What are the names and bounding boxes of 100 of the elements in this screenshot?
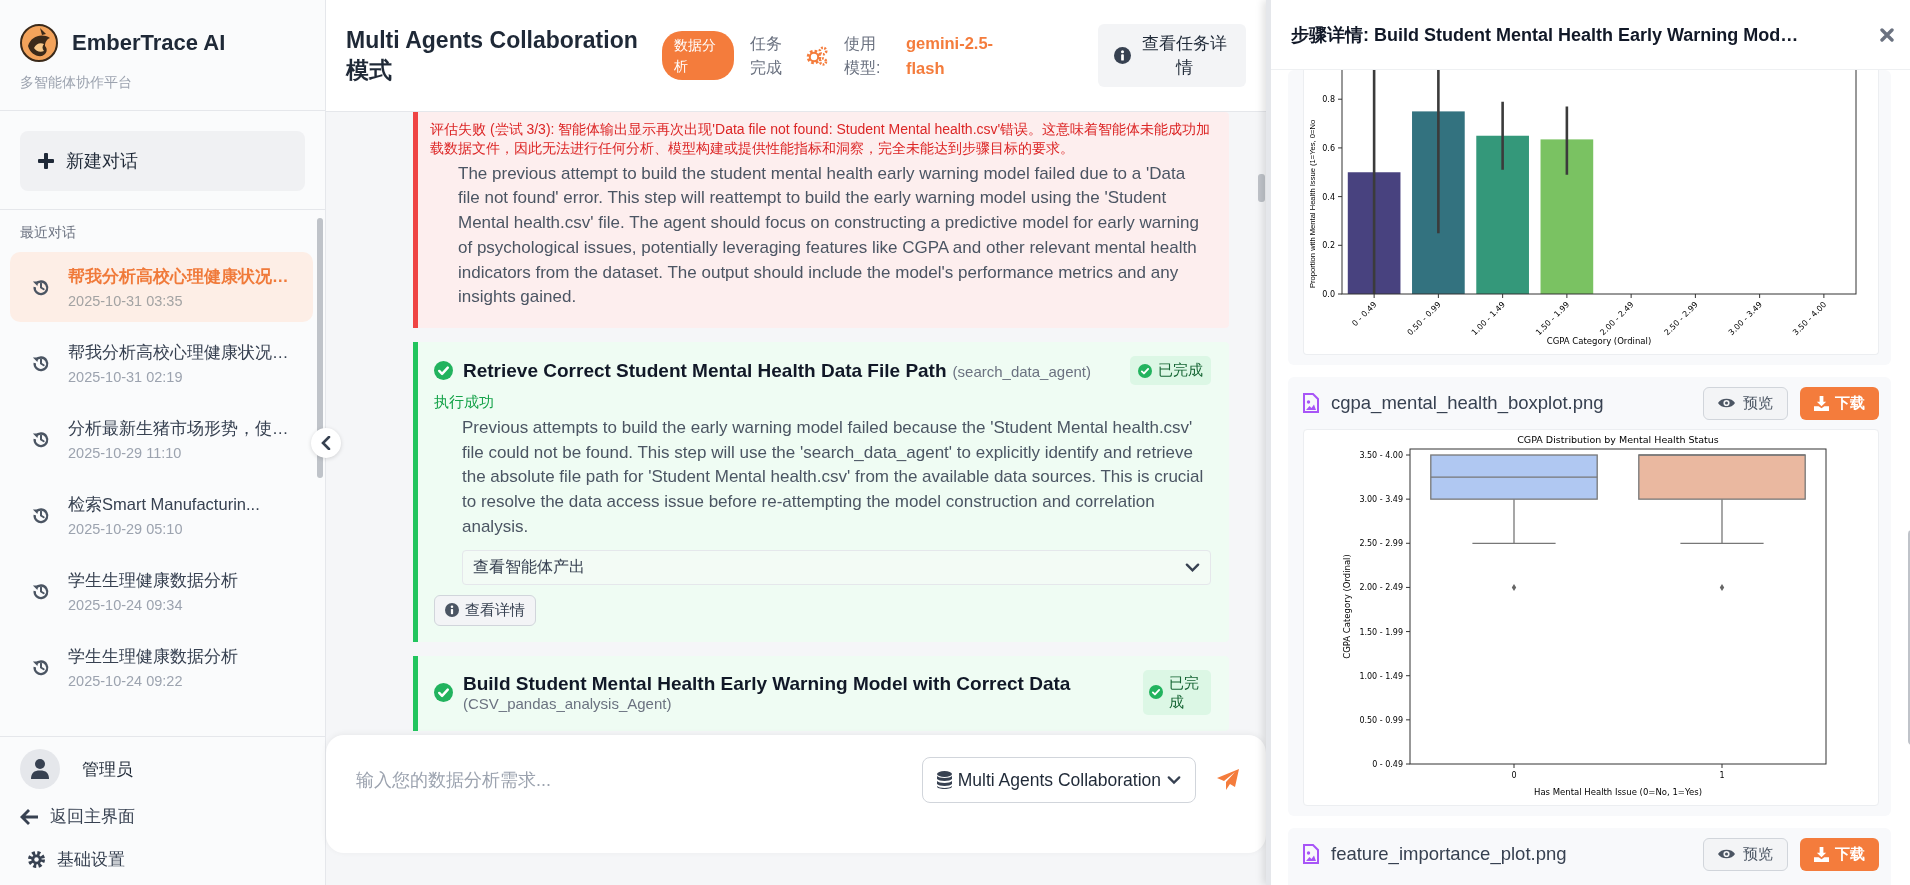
history-icon [32, 430, 50, 448]
download-icon [1814, 395, 1829, 411]
new-chat-button[interactable]: 新建对话 [20, 131, 305, 191]
conversation-item[interactable]: 帮我分析高校心理健康状况… 2025-10-31 02:19 [10, 328, 313, 398]
conversation-title: 帮我分析高校心理健康状况… [68, 265, 289, 287]
conversation-time: 2025-10-24 09:22 [68, 672, 184, 689]
logo-icon [20, 24, 58, 62]
conversation-item[interactable]: 学生生理健康数据分析 2025-10-24 09:22 [10, 632, 313, 702]
axis-tick-label: 0.2 [1322, 241, 1335, 251]
close-button[interactable] [1880, 27, 1894, 42]
conversation-time: 2025-10-31 03:35 [68, 292, 184, 309]
history-icon [32, 506, 50, 524]
view-details-button[interactable]: 查看详情 [434, 594, 536, 626]
database-icon [936, 771, 952, 789]
preview-button[interactable]: 预览 [1703, 386, 1788, 420]
agent-name: (search_data_agent) [952, 362, 1091, 380]
close-icon [1880, 27, 1894, 42]
error-bar [1565, 106, 1569, 175]
axis-tick-label: 1.50 - 1.99 [1359, 627, 1403, 637]
step-description: The previous attempt to build the student mental health early warning model failed due to a 'Data file not found' error. This step will reattempt to build the early warning model using the 'Student Mental health.csv' file. The agent should focus on constructing a predictive model for early warning of psychological issues, potentially leveraging features like CGPA and other relevant mental health indicators from the dataset. The output should include the model's performance metrics and any insights gained. [457, 162, 1200, 309]
download-icon [1814, 846, 1829, 862]
axis-title: CGPA Category (Ordinal) [1342, 554, 1352, 659]
evaluation-message: 评估失败 (尝试 3/3): 智能体输出显示再次出现'Data file not found: Student Mental health.csv'错误。这意味着智能体未能成功加载数据文件，因此无法进行任何分析、模型构建或提供性能指标和洞察，完全未能达到步骤目标的要求。 [430, 120, 1211, 158]
send-icon [1216, 768, 1240, 792]
mode-select[interactable]: Multi Agents Collaboration [921, 757, 1196, 803]
scrollbar[interactable] [317, 218, 323, 478]
axis-tick-label: 1 [1719, 771, 1725, 780]
history-icon [32, 658, 50, 676]
info-icon [1114, 47, 1131, 64]
task-details-button[interactable]: 查看任务详情 [1098, 23, 1246, 88]
message-input[interactable]: 输入您的数据分析需求... [354, 769, 902, 792]
user-name: 管理员 [82, 758, 133, 781]
app-tagline: 多智能体协作平台 [20, 74, 133, 92]
send-button[interactable] [1216, 768, 1240, 792]
chart-title: CGPA Distribution by Mental Health Status [1517, 434, 1719, 445]
conversation-title: 检索Smart Manufacturin... [68, 493, 260, 515]
conversation-title: 学生生理健康数据分析 [68, 569, 238, 591]
user-icon [31, 759, 49, 779]
axis-tick-label: 0.0 [1322, 290, 1335, 299]
axis-tick-label: 2.00 - 2.49 [1359, 583, 1403, 593]
file-name: feature_importance_plot.png [1331, 843, 1568, 865]
error-bar [1501, 101, 1504, 170]
axis-tick-label: 0.8 [1322, 95, 1335, 105]
panel-title: 步骤详情: Build Student Mental Health Early Warning Mod… [1291, 23, 1799, 47]
chevron-down-icon [1167, 773, 1181, 787]
page-title: Multi Agents Collaboration 模式 [346, 25, 639, 85]
conversation-time: 2025-10-31 02:19 [68, 368, 184, 385]
plus-icon [38, 153, 54, 169]
gears-icon [806, 45, 828, 66]
conversation-time: 2025-10-29 11:10 [68, 444, 183, 461]
task-status: 任务完成 [750, 33, 783, 78]
status-badge: 已完成 [1143, 669, 1211, 715]
conversation-item[interactable]: 分析最新生猪市场形势，使… 2025-10-29 11:10 [10, 404, 313, 474]
step-description: Previous attempts to build the early warning model failed because the 'Student Mental health.csv' file could not be found. This step will use the 'search_data_agent' to explicitly identify and retrieve the absolute file path for 'Student Mental health.csv' from the available data sources. This is crucial to resolve the data access issue before re-attempting the model construction and correlation analysis. [461, 417, 1205, 538]
axis-tick-label: 0 [1511, 771, 1517, 780]
arrow-left-icon [20, 808, 38, 825]
info-icon [445, 603, 459, 617]
step-title: Build Student Mental Health Early Warning Model with Correct Data [463, 672, 1071, 695]
eye-icon [1718, 848, 1735, 860]
chevron-left-icon [321, 436, 331, 450]
agent-output-toggle[interactable]: 查看智能体产出 [462, 549, 1211, 585]
conversation-title: 帮我分析高校心理健康状况… [68, 341, 289, 363]
axis-tick-label: 2.50 - 2.99 [1359, 539, 1403, 549]
status-badge: 已完成 [1130, 356, 1211, 385]
axis-tick-label: 0 - 0.49 [1372, 760, 1403, 769]
image-file-icon [1303, 393, 1319, 413]
axis-title: Has Mental Health Issue (0=No, 1=Yes) [1534, 787, 1702, 797]
section-heading: 最近对话 [20, 224, 77, 242]
axis-tick-label: 3.50 - 4.00 [1359, 451, 1403, 460]
axis-tick-label: 3.00 - 3.49 [1359, 495, 1403, 505]
axis-tick-label: 0.50 - 0.99 [1359, 715, 1403, 725]
history-icon [32, 354, 50, 372]
gear-icon [28, 851, 45, 868]
model-name: gemini-2.5-flash [906, 32, 995, 79]
settings-link[interactable]: 基础设置 [20, 848, 125, 871]
eye-icon [1718, 397, 1735, 409]
check-circle-icon [1138, 363, 1152, 378]
category-tag: 数据分析 [662, 31, 734, 80]
file-name: cgpa_mental_health_boxplot.png [1331, 392, 1605, 414]
preview-button[interactable]: 预览 [1703, 837, 1788, 871]
result-status: 执行成功 [434, 393, 495, 412]
collapse-button[interactable] [311, 428, 341, 458]
check-circle-icon [434, 682, 453, 702]
check-circle-icon [434, 361, 453, 380]
axis-tick-label: 0.6 [1322, 143, 1335, 153]
conversation-item[interactable]: 学生生理健康数据分析 2025-10-24 09:34 [10, 556, 313, 626]
conversation-title: 学生生理健康数据分析 [68, 645, 238, 667]
axis-tick-label: 0.4 [1322, 192, 1335, 202]
conversation-time: 2025-10-24 09:34 [68, 596, 184, 613]
back-link[interactable]: 返回主界面 [20, 805, 135, 828]
step-title: Retrieve Correct Student Mental Health Data File Path [463, 359, 947, 382]
conversation-item[interactable]: 检索Smart Manufacturin... 2025-10-29 05:10 [10, 480, 313, 550]
conversation-time: 2025-10-29 05:10 [68, 520, 184, 537]
conversation-title: 分析最新生猪市场形势，使… [68, 417, 289, 439]
scrollbar[interactable] [1258, 174, 1265, 202]
check-circle-icon [1149, 685, 1163, 699]
app-name: EmberTrace AI [72, 30, 226, 56]
axis-tick-label: 1.00 - 1.49 [1359, 671, 1403, 681]
history-icon [32, 582, 50, 600]
history-icon [32, 278, 50, 296]
